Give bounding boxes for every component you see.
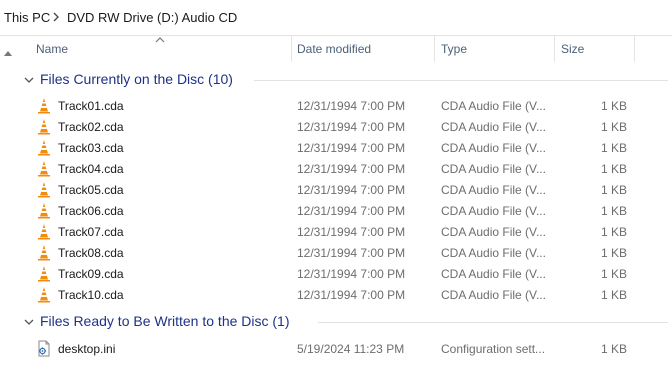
file-row[interactable]: Track07.cda 12/31/1994 7:00 PM CDA Audio… — [14, 221, 672, 242]
file-type: CDA Audio File (V... — [441, 141, 546, 155]
file-row[interactable]: Track01.cda 12/31/1994 7:00 PM CDA Audio… — [14, 95, 672, 116]
file-date-modified: 12/31/1994 7:00 PM — [297, 141, 406, 155]
group-divider-line — [254, 80, 668, 81]
file-name: Track04.cda — [58, 162, 124, 176]
file-row[interactable]: Track09.cda 12/31/1994 7:00 PM CDA Audio… — [14, 263, 672, 284]
file-type: CDA Audio File (V... — [441, 120, 546, 134]
file-type: CDA Audio File (V... — [441, 183, 546, 197]
file-name: Track09.cda — [58, 267, 124, 281]
vlc-cone-icon — [36, 181, 52, 198]
file-date-modified: 12/31/1994 7:00 PM — [297, 183, 406, 197]
group-label: Files Ready to Be Written to the Disc (1… — [40, 313, 290, 329]
settings-file-icon — [36, 340, 52, 357]
column-divider[interactable] — [291, 36, 292, 62]
file-date-modified: 12/31/1994 7:00 PM — [297, 204, 406, 218]
group-header-ready-to-write[interactable]: Files Ready to Be Written to the Disc (1… — [22, 312, 670, 332]
file-type: CDA Audio File (V... — [441, 99, 546, 113]
file-date-modified: 12/31/1994 7:00 PM — [297, 246, 406, 260]
vlc-cone-icon — [36, 223, 52, 240]
file-size: 1 KB — [600, 141, 627, 155]
group-header-current-files[interactable]: Files Currently on the Disc (10) — [22, 70, 670, 90]
group-label: Files Currently on the Disc (10) — [40, 71, 233, 87]
file-size: 1 KB — [600, 246, 627, 260]
file-name: Track10.cda — [58, 288, 124, 302]
file-name: Track07.cda — [58, 225, 124, 239]
file-size: 1 KB — [600, 120, 627, 134]
column-divider[interactable] — [634, 36, 635, 62]
file-size: 1 KB — [600, 288, 627, 302]
breadcrumb-dvd-drive[interactable]: DVD RW Drive (D:) Audio CD — [67, 10, 237, 25]
breadcrumb-chevron-icon[interactable] — [51, 11, 61, 23]
file-date-modified: 12/31/1994 7:00 PM — [297, 99, 406, 113]
file-size: 1 KB — [600, 99, 627, 113]
file-row[interactable]: Track04.cda 12/31/1994 7:00 PM CDA Audio… — [14, 158, 672, 179]
vlc-cone-icon — [36, 286, 52, 303]
file-size: 1 KB — [600, 225, 627, 239]
vlc-cone-icon — [36, 97, 52, 114]
file-date-modified: 12/31/1994 7:00 PM — [297, 225, 406, 239]
file-row[interactable]: Track05.cda 12/31/1994 7:00 PM CDA Audio… — [14, 179, 672, 200]
file-row[interactable]: Track08.cda 12/31/1994 7:00 PM CDA Audio… — [14, 242, 672, 263]
scroll-up-arrow-icon[interactable] — [3, 44, 13, 56]
file-type: CDA Audio File (V... — [441, 225, 546, 239]
file-type: CDA Audio File (V... — [441, 162, 546, 176]
column-header-name[interactable]: Name — [36, 36, 68, 62]
file-row[interactable]: desktop.ini 5/19/2024 11:23 PM Configura… — [14, 338, 672, 359]
file-date-modified: 12/31/1994 7:00 PM — [297, 162, 406, 176]
file-name: Track03.cda — [58, 141, 124, 155]
vlc-cone-icon — [36, 202, 52, 219]
file-name: Track05.cda — [58, 183, 124, 197]
file-name: Track08.cda — [58, 246, 124, 260]
file-size: 1 KB — [600, 204, 627, 218]
column-header-size[interactable]: Size — [561, 36, 584, 62]
file-row[interactable]: Track10.cda 12/31/1994 7:00 PM CDA Audio… — [14, 284, 672, 305]
file-type: CDA Audio File (V... — [441, 204, 546, 218]
file-type: CDA Audio File (V... — [441, 246, 546, 260]
file-name: Track02.cda — [58, 120, 124, 134]
file-size: 1 KB — [600, 267, 627, 281]
column-divider[interactable] — [554, 36, 555, 62]
file-type: CDA Audio File (V... — [441, 288, 546, 302]
file-date-modified: 12/31/1994 7:00 PM — [297, 288, 406, 302]
file-date-modified: 5/19/2024 11:23 PM — [297, 342, 405, 356]
chevron-down-icon[interactable] — [24, 75, 34, 85]
file-name: Track01.cda — [58, 99, 124, 113]
group-divider-line — [318, 322, 668, 323]
vlc-cone-icon — [36, 118, 52, 135]
file-row[interactable]: Track02.cda 12/31/1994 7:00 PM CDA Audio… — [14, 116, 672, 137]
file-date-modified: 12/31/1994 7:00 PM — [297, 267, 406, 281]
file-type: CDA Audio File (V... — [441, 267, 546, 281]
column-header-bar: Name Date modified Type Size — [14, 36, 672, 64]
file-type: Configuration sett... — [441, 342, 546, 356]
column-header-type[interactable]: Type — [441, 36, 467, 62]
file-size: 1 KB — [600, 183, 627, 197]
chevron-down-icon[interactable] — [24, 317, 34, 327]
file-date-modified: 12/31/1994 7:00 PM — [297, 120, 406, 134]
vlc-cone-icon — [36, 265, 52, 282]
file-name: desktop.ini — [58, 342, 116, 356]
file-size: 1 KB — [600, 342, 627, 356]
file-name: Track06.cda — [58, 204, 124, 218]
file-size: 1 KB — [600, 162, 627, 176]
vlc-cone-icon — [36, 244, 52, 261]
vlc-cone-icon — [36, 139, 52, 156]
breadcrumb-this-pc[interactable]: This PC — [4, 10, 50, 25]
column-header-date-modified[interactable]: Date modified — [297, 36, 371, 62]
file-row[interactable]: Track03.cda 12/31/1994 7:00 PM CDA Audio… — [14, 137, 672, 158]
file-row[interactable]: Track06.cda 12/31/1994 7:00 PM CDA Audio… — [14, 200, 672, 221]
sort-ascending-icon — [155, 37, 165, 43]
column-divider[interactable] — [434, 36, 435, 62]
address-bar[interactable]: This PC DVD RW Drive (D:) Audio CD — [0, 0, 672, 36]
navigation-pane-edge — [0, 36, 14, 386]
vlc-cone-icon — [36, 160, 52, 177]
